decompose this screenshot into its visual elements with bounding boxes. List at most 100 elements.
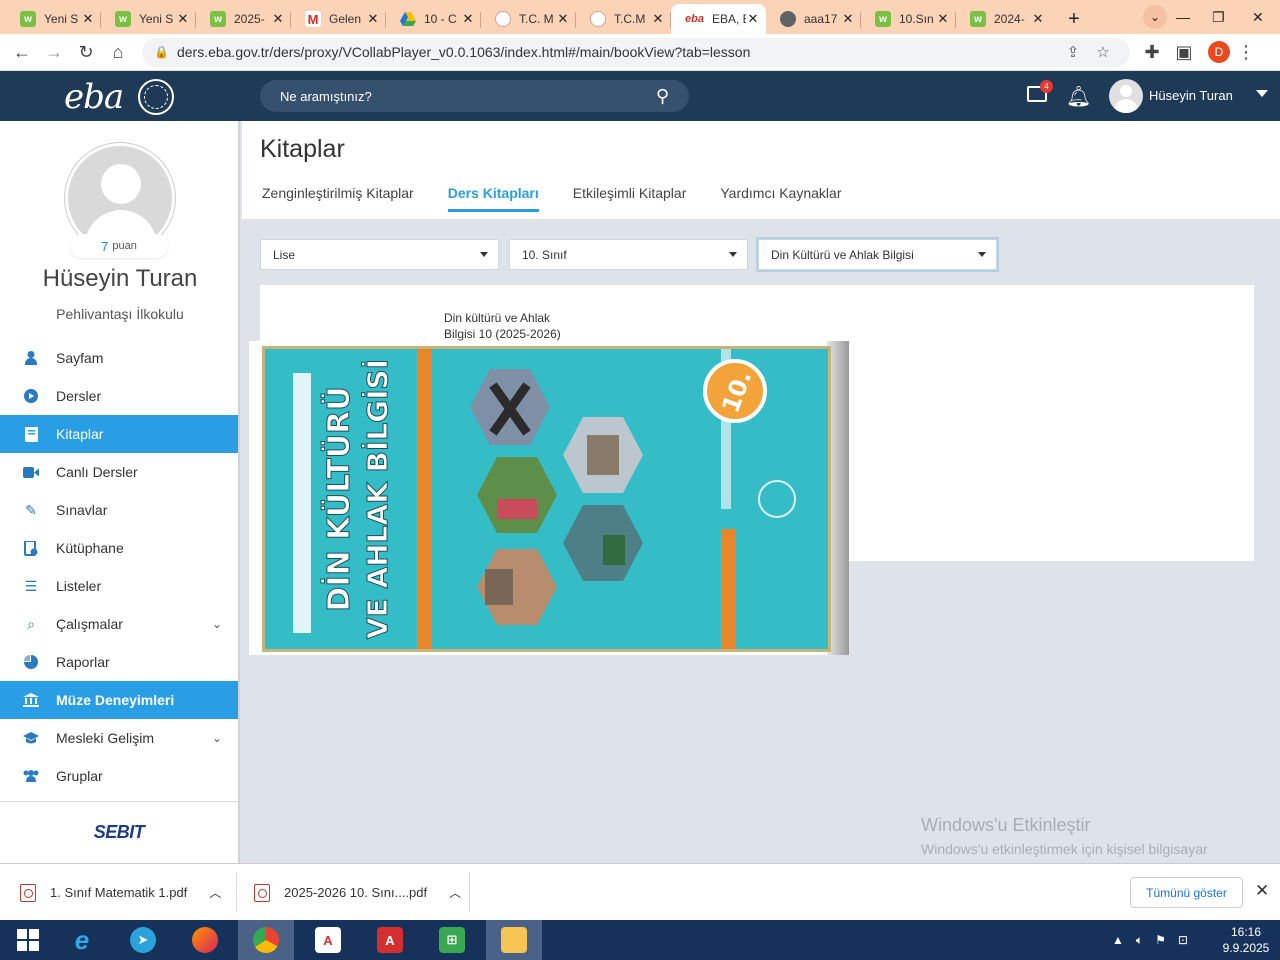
sidebar-item-sayfam[interactable]: Sayfam [0,339,238,377]
caret-down-icon[interactable] [1256,90,1268,97]
browser-tab[interactable]: aaa17 ✕ [766,4,861,34]
book-cover[interactable]: DİN KÜLTÜRÜ VE AHLAK BİLGİSİ 10. [262,346,831,652]
sidebar-item-listeler[interactable]: ☰ Listeler [0,567,238,605]
back-button[interactable]: ← [6,36,38,68]
browser-tab[interactable]: w 2024- ✕ [956,4,1051,34]
sidebar-user-name: Hüseyin Turan [42,265,198,292]
tab-zenginlestirilmis[interactable]: Zenginleştirilmiş Kitaplar [262,185,414,212]
tab-yardimci-kaynaklar[interactable]: Yardımcı Kaynaklar [720,185,841,212]
clock-date: 9.9.2025 [1222,941,1270,955]
download-item[interactable]: 1. Sınıf Matematik 1.pdf ︿ [20,864,221,921]
close-icon[interactable]: ✕ [556,11,570,27]
browser-tab[interactable]: w 2025- ✕ [196,4,291,34]
eba-icon: w [875,11,891,27]
window-close-button[interactable]: ✕ [1252,0,1264,34]
tab-ders-kitaplari[interactable]: Ders Kitapları [447,185,539,212]
header-user-name[interactable]: Hüseyin Turan [1149,88,1233,103]
close-icon[interactable]: ✕ [81,11,95,27]
eba-logo[interactable]: eba [64,77,124,117]
close-icon[interactable]: ✕ [271,11,285,27]
close-icon[interactable]: ✕ [841,11,855,27]
lock-icon[interactable]: 🔒 [154,45,169,59]
internet-explorer-icon[interactable]: e [54,920,110,960]
close-icon[interactable]: ✕ [366,11,380,27]
telegram-icon[interactable]: ➤ [115,920,171,960]
sidepanel-icon[interactable]: ▣ [1168,36,1200,68]
new-tab-button[interactable]: + [1061,6,1087,32]
chevron-up-icon[interactable]: ︿ [449,884,461,901]
windows-start-icon[interactable] [0,920,56,960]
browser-tab[interactable]: w 10.Sın ✕ [861,4,956,34]
network-icon[interactable]: ⊡ [1178,933,1188,947]
address-bar[interactable]: 🔒 ders.eba.gov.tr/ders/proxy/VCollabPlay… [142,37,1130,67]
chevron-up-icon[interactable]: ︿ [209,884,221,901]
tab-etkilesimli[interactable]: Etkileşimli Kitaplar [573,185,687,212]
close-icon[interactable]: ✕ [461,11,475,27]
bell-icon[interactable]: 🔔︎ [1066,84,1091,109]
forward-button[interactable]: → [38,36,70,68]
windows-taskbar: e ➤ A A ⊞ ▲ 🔈︎ ⚑ ⊡ 16:16 9.9.2025 [0,920,1280,960]
level-select[interactable]: Lise [260,239,499,270]
restore-button[interactable]: ❐ [1212,0,1225,34]
browser-tab[interactable]: 10 - C ✕ [386,4,481,34]
search-input[interactable]: Ne aramıştınız? ⚲ [260,80,689,112]
chevron-down-icon[interactable]: ⌄ [212,731,222,745]
taskbar-clock[interactable]: 16:16 9.9.2025 [1218,924,1274,956]
show-all-downloads-button[interactable]: Tümünü göster [1130,877,1243,908]
browser-tab[interactable]: T.C. M ✕ [481,4,576,34]
share-icon[interactable]: ⇪ [1058,43,1088,61]
sidebar-item-calismalar[interactable]: ⌕ Çalışmalar ⌄ [0,605,238,643]
mail-badge: 4 [1040,80,1053,93]
extensions-icon[interactable]: ✚ [1136,36,1168,68]
sidebar-item-dersler[interactable]: Dersler [0,377,238,415]
tray-overflow-icon[interactable]: ▲ [1112,933,1124,947]
sidebar-item-kutuphane[interactable]: Kütüphane [0,529,238,567]
close-icon[interactable]: ✕ [176,11,190,27]
chevron-down-icon[interactable]: ⌄ [212,617,222,631]
grade-select[interactable]: 10. Sınıf [509,239,748,270]
browser-tab[interactable]: w Yeni S ✕ [101,4,196,34]
sidebar-item-muze-deneyimleri[interactable]: Müze Deneyimleri [0,681,238,719]
book-title[interactable]: Din kültürü ve Ahlak Bilgisi 10 (2025-20… [444,310,584,342]
globe-icon [780,11,796,27]
browser-tab-strip: w Yeni S ✕ w Yeni S ✕ w 2025- ✕ M Gelen ✕ 10 - C… [0,0,1280,34]
reload-button[interactable]: ↻ [70,36,102,68]
search-icon[interactable]: ⚲ [656,86,669,107]
sidebar-item-label: Çalışmalar [56,616,123,632]
tab-search-button[interactable]: ⌄ [1143,0,1167,34]
subject-select[interactable]: Din Kültürü ve Ahlak Bilgisi [758,239,997,270]
close-icon[interactable]: ✕ [1255,881,1269,901]
chrome-icon[interactable] [238,920,294,960]
minimize-button[interactable]: — [1176,0,1190,34]
file-explorer-icon[interactable] [486,920,542,960]
download-bar: 1. Sınıf Matematik 1.pdf ︿ 2025-2026 10.… [0,863,1280,920]
sidebar-item-mesleki-gelisim[interactable]: Mesleki Gelişim ⌄ [0,719,238,757]
firefox-icon[interactable] [177,920,233,960]
sidebar-item-raporlar[interactable]: Raporlar [0,643,238,681]
pdf-reader-icon[interactable]: A [300,920,356,960]
header-avatar[interactable] [1109,79,1143,113]
acrobat-icon[interactable]: A [362,920,418,960]
browser-tab[interactable]: w Yeni S ✕ [6,4,101,34]
sidebar-item-canli-dersler[interactable]: Canlı Dersler [0,453,238,491]
flag-icon[interactable]: ⚑ [1155,933,1166,947]
browser-tab-active[interactable]: eba EBA, E✕ [671,4,766,34]
volume-icon[interactable]: 🔈︎ [1136,933,1143,948]
store-icon[interactable]: ⊞ [424,920,480,960]
home-button[interactable]: ⌂ [102,36,134,68]
browser-tab[interactable]: M Gelen ✕ [291,4,386,34]
download-item[interactable]: 2025-2026 10. Sını....pdf ︿ [254,864,461,921]
close-icon[interactable]: ✕ [746,11,760,27]
close-icon[interactable]: ✕ [936,11,950,27]
close-icon[interactable]: ✕ [1031,11,1045,27]
sidebar-item-sinavlar[interactable]: ✎ Sınavlar [0,491,238,529]
profile-avatar[interactable]: D [1208,41,1230,63]
star-icon[interactable]: ☆ [1088,43,1118,61]
grade-value: 10. Sınıf [522,247,567,262]
browser-tab[interactable]: T.C.M ✕ [576,4,671,34]
sidebar-item-gruplar[interactable]: Gruplar [0,757,238,795]
close-icon[interactable]: ✕ [651,11,665,27]
menu-icon[interactable]: ⋮ [1230,36,1262,68]
sidebar-item-kitaplar[interactable]: Kitaplar [0,415,238,453]
mail-icon[interactable]: 4 [1027,80,1053,102]
